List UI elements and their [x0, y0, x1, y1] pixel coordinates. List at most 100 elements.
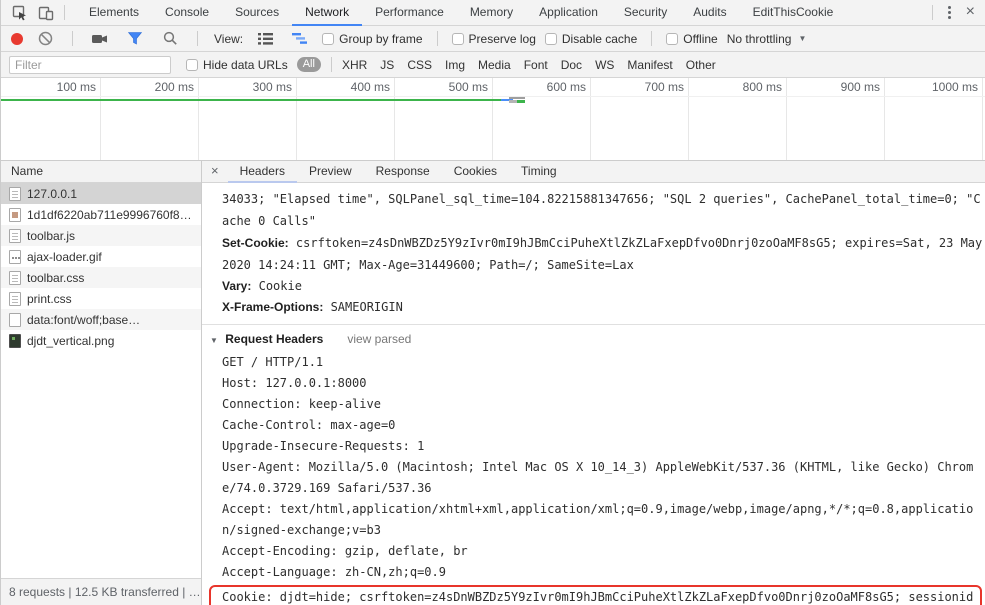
list-view-icon[interactable] [252, 27, 278, 51]
filter-type-font[interactable]: Font [524, 58, 548, 72]
checkbox[interactable] [666, 32, 679, 45]
checkbox[interactable] [451, 32, 464, 45]
network-overview[interactable]: 100 ms 200 ms 300 ms 400 ms 500 ms 600 m… [1, 78, 985, 161]
request-raw-line: Cache-Control: max-age=0 [222, 418, 396, 432]
filter-type-all[interactable]: All [296, 57, 321, 72]
timeline-tick: 100 ms [56, 80, 96, 94]
tab-timing[interactable]: Timing [509, 161, 569, 183]
filter-type-other[interactable]: Other [686, 58, 716, 72]
tab-cookies[interactable]: Cookies [442, 161, 509, 183]
screenshot-icon[interactable] [87, 27, 113, 51]
disable-cache-checkbox[interactable]: Disable cache [544, 31, 638, 46]
request-row[interactable]: djdt_vertical.png [1, 330, 201, 351]
request-name: data:font/woff;base… [27, 312, 141, 327]
close-icon[interactable]: × [960, 3, 985, 23]
divider [197, 31, 198, 46]
waterfall-view-icon[interactable] [287, 27, 313, 51]
network-filterbar: Hide data URLs All XHR JS CSS Img Media … [1, 52, 985, 78]
filter-type-doc[interactable]: Doc [561, 58, 582, 72]
devtools-window: Elements Console Sources Network Perform… [0, 0, 985, 605]
filter-type-manifest[interactable]: Manifest [627, 58, 672, 72]
filter-input[interactable] [9, 55, 171, 74]
timeline-tick: 400 ms [350, 80, 390, 94]
name-column-header[interactable]: Name [1, 161, 201, 183]
tab-console[interactable]: Console [152, 0, 222, 26]
timeline-tick: 200 ms [154, 80, 194, 94]
tab-elements[interactable]: Elements [76, 0, 152, 26]
group-by-frame-checkbox[interactable]: Group by frame [322, 32, 423, 46]
tab-security[interactable]: Security [611, 0, 680, 26]
device-toolbar-icon[interactable] [33, 1, 59, 25]
filter-type-media[interactable]: Media [478, 58, 511, 72]
document-icon [9, 228, 21, 243]
tab-headers[interactable]: Headers [227, 161, 297, 183]
record-icon[interactable] [11, 32, 23, 45]
tab-network[interactable]: Network [292, 0, 363, 26]
divider [64, 5, 65, 20]
tab-audits[interactable]: Audits [680, 0, 739, 26]
filter-types: XHR JS CSS Img Media Font Doc WS Manifes… [342, 58, 716, 72]
clear-icon[interactable] [32, 27, 58, 51]
divider [651, 31, 653, 46]
checkbox[interactable] [186, 58, 198, 71]
tab-memory[interactable]: Memory [457, 0, 526, 26]
close-details-icon[interactable]: × [202, 163, 228, 180]
divider [436, 31, 438, 46]
throttling-value: No throttling [726, 31, 792, 46]
timeline-tick: 700 ms [644, 80, 684, 94]
document-icon [9, 186, 21, 201]
view-label: View: [214, 31, 244, 46]
request-name: toolbar.css [27, 270, 85, 285]
tab-performance[interactable]: Performance [362, 0, 457, 26]
view-parsed-link[interactable]: view parsed [347, 332, 411, 346]
filter-type-css[interactable]: CSS [407, 58, 432, 72]
tab-response[interactable]: Response [364, 161, 442, 183]
tab-application[interactable]: Application [526, 0, 611, 26]
panel-tabs: Elements Console Sources Network Perform… [76, 0, 847, 26]
request-raw-line: Upgrade-Insecure-Requests: 1 [222, 439, 425, 453]
tab-editthiscookie[interactable]: EditThisCookie [740, 0, 847, 26]
inspect-cursor-icon[interactable] [7, 1, 33, 25]
request-raw-line: Accept-Language: zh-CN,zh;q=0.9 [222, 565, 446, 579]
header-value: SAMEORIGIN [330, 300, 403, 314]
preserve-log-checkbox[interactable]: Preserve log [451, 32, 536, 46]
overview-request-bar [517, 100, 525, 103]
request-cookie-line: Cookie: djdt=hide; csrftoken=z4sDnWBZDz5… [222, 590, 974, 604]
checkbox[interactable] [322, 32, 335, 45]
filter-type-ws[interactable]: WS [595, 58, 614, 72]
search-icon[interactable] [157, 27, 183, 51]
request-row[interactable]: toolbar.js [1, 225, 201, 246]
request-row[interactable]: 127.0.0.1 [1, 183, 201, 204]
filter-type-img[interactable]: Img [445, 58, 465, 72]
headers-content[interactable]: 34033; "Elapsed time", SQLPanel_sql_time… [202, 183, 985, 605]
cookie-highlight-box: Cookie: djdt=hide; csrftoken=z4sDnWBZDz5… [209, 585, 982, 605]
more-options-icon[interactable] [938, 2, 960, 24]
disable-cache-label: Disable cache [561, 31, 638, 46]
header-value: csrftoken=z4sDnWBZDz5Y9zIvr0mI9hJBmCciPu… [222, 236, 983, 272]
request-name: print.css [27, 291, 72, 306]
hide-data-urls-label: Hide data URLs [203, 57, 288, 72]
request-row[interactable]: toolbar.css [1, 267, 201, 288]
header-value: Cookie [258, 279, 302, 293]
timeline-tick: 800 ms [742, 80, 782, 94]
throttling-select[interactable]: No throttling ▼ [727, 32, 807, 46]
checkbox[interactable] [544, 32, 557, 45]
image-icon [9, 333, 21, 348]
offline-checkbox[interactable]: Offline [666, 32, 718, 46]
filter-type-xhr[interactable]: XHR [342, 58, 367, 72]
request-headers-section[interactable]: ▼ Request Headers view parsed [210, 325, 985, 352]
request-row[interactable]: 1d1df6220ab711e9996760f8… [1, 204, 201, 225]
timeline-tick: 300 ms [252, 80, 292, 94]
filter-icon[interactable] [122, 27, 148, 51]
hide-data-urls-checkbox[interactable]: Hide data URLs [186, 58, 288, 72]
overview-progress-line [1, 99, 501, 101]
request-row[interactable]: print.css [1, 288, 201, 309]
request-row[interactable]: ajax-loader.gif [1, 246, 201, 267]
network-summary: 8 requests | 12.5 KB transferred | … [1, 578, 201, 605]
filter-type-js[interactable]: JS [380, 58, 394, 72]
request-name: toolbar.js [27, 228, 76, 243]
header-name: X-Frame-Options: [222, 300, 324, 314]
tab-preview[interactable]: Preview [297, 161, 364, 183]
tab-sources[interactable]: Sources [222, 0, 292, 26]
request-row[interactable]: data:font/woff;base… [1, 309, 201, 330]
